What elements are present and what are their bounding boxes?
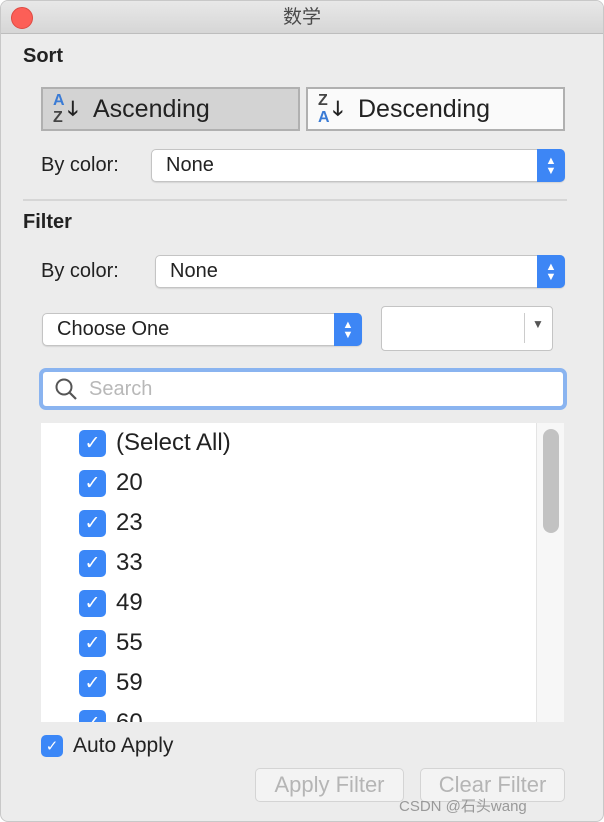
condition-select[interactable]: Choose One ▲ ▼ xyxy=(42,313,362,346)
ascending-label: Ascending xyxy=(93,94,210,123)
list-item[interactable]: ✓ 60 xyxy=(79,703,143,722)
filter-by-color-label: By color: xyxy=(41,260,119,282)
list-item[interactable]: ✓ (Select All) xyxy=(79,423,231,463)
value-list: ✓ (Select All) ✓ 20 ✓ 23 ✓ 33 ✓ 49 ✓ 55 ✓ 59 ✓ 6… xyxy=(41,423,564,722)
chevron-updown-icon: ▲ ▼ xyxy=(537,149,565,182)
item-label: 49 xyxy=(116,589,143,616)
checkbox-checked-icon[interactable]: ✓ xyxy=(79,629,106,657)
item-label: 33 xyxy=(116,549,143,576)
checkbox-checked-icon[interactable]: ✓ xyxy=(79,589,106,617)
item-label: 55 xyxy=(116,629,143,656)
combo-divider xyxy=(524,313,525,343)
filter-by-color-value: None xyxy=(170,260,218,282)
window-title: 数学 xyxy=(282,7,321,28)
list-item[interactable]: ✓ 20 xyxy=(79,463,143,503)
item-label: 23 xyxy=(116,509,143,536)
descending-label: Descending xyxy=(358,94,491,123)
search-icon xyxy=(55,378,77,400)
auto-apply-label: Auto Apply xyxy=(73,734,174,757)
sort-ascending-button[interactable]: A Z 🡓 Ascending xyxy=(41,87,300,131)
chevron-updown-icon: ▲ ▼ xyxy=(537,255,565,288)
auto-apply-checkbox[interactable]: ✓ Auto Apply xyxy=(41,734,173,758)
checkbox-checked-icon[interactable]: ✓ xyxy=(79,509,106,537)
sort-heading: Sort xyxy=(23,45,63,67)
condition-value: Choose One xyxy=(57,318,170,340)
checkbox-checked-icon[interactable]: ✓ xyxy=(79,669,106,697)
checkbox-checked-icon[interactable]: ✓ xyxy=(79,429,106,457)
sort-za-icon: Z A 🡓 xyxy=(318,92,343,126)
list-item[interactable]: ✓ 55 xyxy=(79,623,143,663)
checkbox-checked-icon[interactable]: ✓ xyxy=(79,469,106,497)
search-input[interactable]: Search xyxy=(39,368,567,410)
condition-value-combo[interactable]: ▼ xyxy=(381,306,553,351)
chevron-updown-icon: ▲ ▼ xyxy=(334,313,362,346)
sort-by-color-select[interactable]: None ▲ ▼ xyxy=(151,149,565,182)
filter-by-color-select[interactable]: None ▲ ▼ xyxy=(155,255,565,288)
sort-by-color-value: None xyxy=(166,154,214,176)
filter-heading: Filter xyxy=(23,211,72,233)
checkbox-checked-icon[interactable]: ✓ xyxy=(79,549,106,577)
checkbox-checked-icon[interactable]: ✓ xyxy=(79,709,106,722)
title-bar: 数学 xyxy=(1,1,603,34)
search-placeholder: Search xyxy=(89,377,153,400)
dropdown-arrow-icon[interactable]: ▼ xyxy=(532,317,544,331)
apply-filter-button[interactable]: Apply Filter xyxy=(255,768,404,802)
sort-by-color-label: By color: xyxy=(41,154,119,176)
scrollbar-thumb[interactable] xyxy=(543,429,559,533)
list-item[interactable]: ✓ 59 xyxy=(79,663,143,703)
item-label: 20 xyxy=(116,469,143,496)
close-button[interactable] xyxy=(11,7,33,29)
watermark: CSDN @石头wang xyxy=(399,798,527,815)
item-label: (Select All) xyxy=(116,429,231,456)
list-item[interactable]: ✓ 33 xyxy=(79,543,143,583)
scrollbar[interactable] xyxy=(536,423,564,722)
checkbox-checked-icon[interactable]: ✓ xyxy=(41,735,63,757)
list-item[interactable]: ✓ 49 xyxy=(79,583,143,623)
sort-az-icon: A Z 🡓 xyxy=(53,92,78,126)
filter-window: 数学 Sort A Z 🡓 Ascending Z A 🡓 Descending By … xyxy=(0,0,604,822)
sort-descending-button[interactable]: Z A 🡓 Descending xyxy=(306,87,565,131)
list-item[interactable]: ✓ 23 xyxy=(79,503,143,543)
item-label: 59 xyxy=(116,669,143,696)
divider xyxy=(23,199,567,201)
item-label: 60 xyxy=(116,709,143,722)
